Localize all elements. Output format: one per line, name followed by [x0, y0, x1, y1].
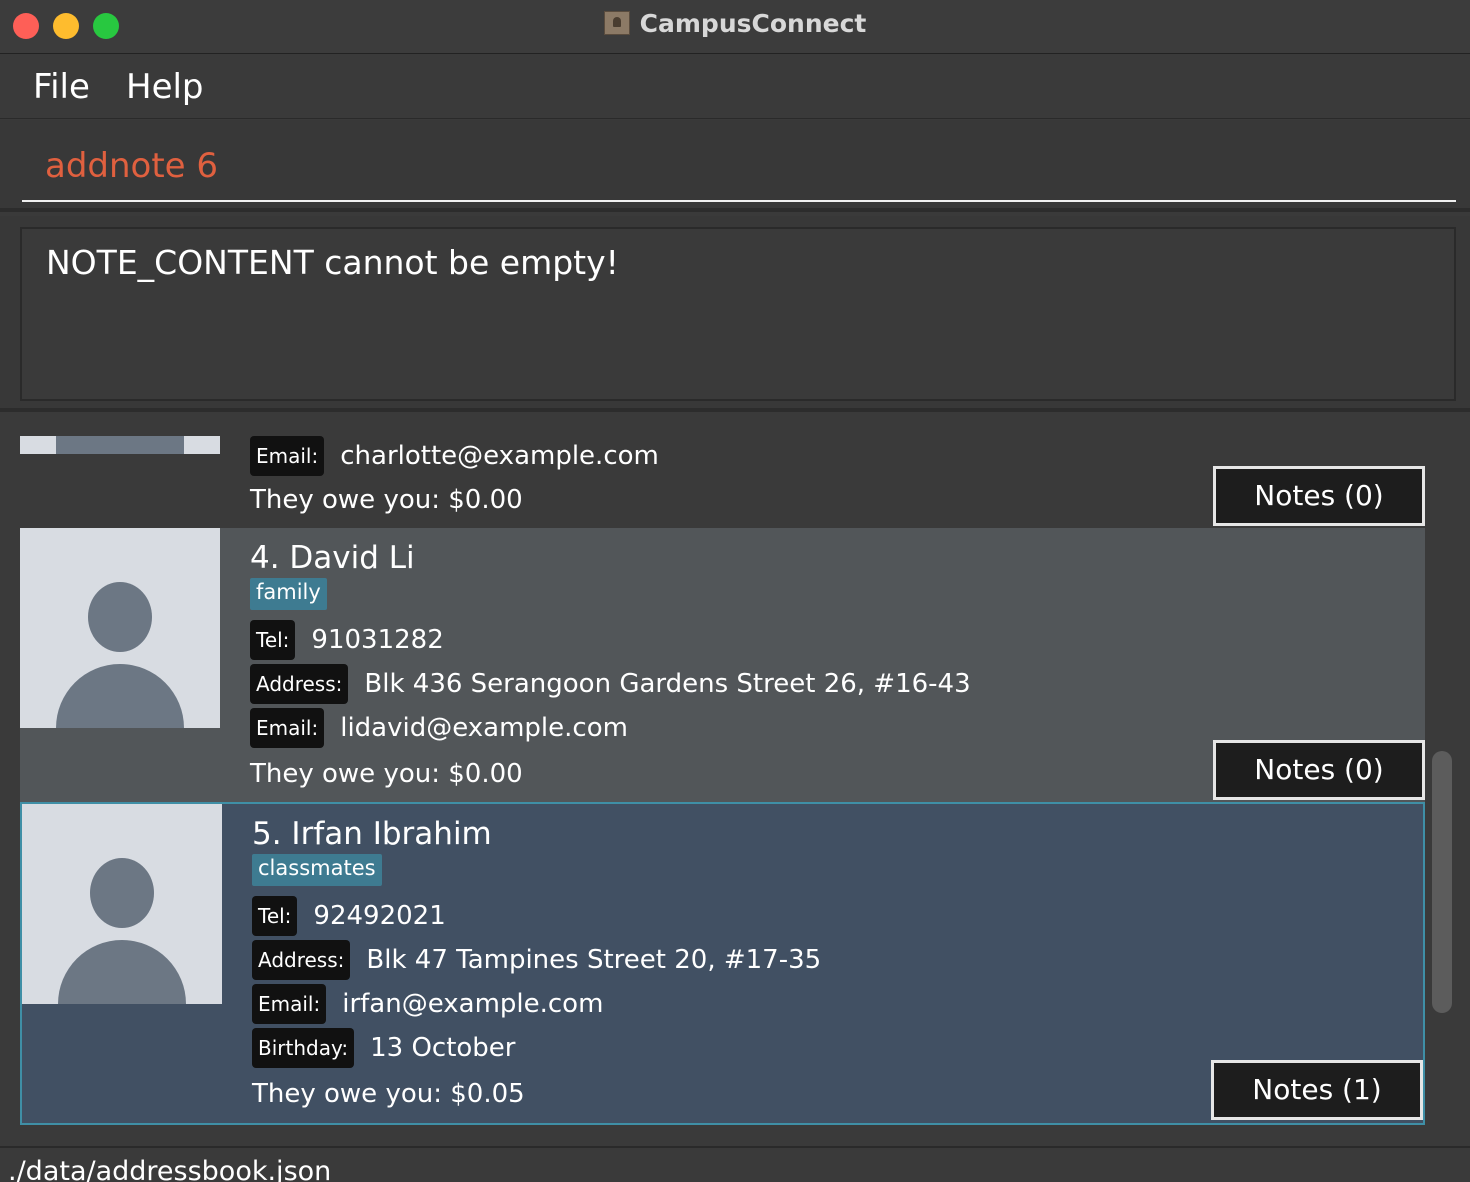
address-field: Address: Blk 47 Tampines Street 20, #17-… — [252, 940, 821, 980]
list-scrollbar[interactable] — [1432, 751, 1452, 1013]
email-label: Email: — [250, 708, 325, 748]
command-box: addnote 6 — [0, 120, 1470, 212]
window-title-text: CampusConnect — [639, 9, 867, 38]
owe-amount: They owe you: $0.00 — [250, 485, 523, 515]
notes-button[interactable]: Notes (1) — [1211, 1060, 1423, 1120]
tel-label: Tel: — [252, 896, 298, 936]
email-field: Email: charlotte@example.com — [250, 436, 659, 476]
email-value: lidavid@example.com — [340, 713, 628, 743]
command-input[interactable]: addnote 6 — [22, 138, 1456, 202]
menu-bar: File Help — [0, 55, 1470, 119]
tel-value: 92492021 — [313, 901, 446, 931]
avatar — [22, 804, 222, 1004]
address-label: Address: — [250, 664, 349, 704]
person-name: 5. Irfan Ibrahim — [252, 816, 492, 852]
tel-label: Tel: — [250, 620, 296, 660]
tag-badge: classmates — [252, 854, 382, 886]
email-value: irfan@example.com — [342, 989, 604, 1019]
birthday-value: 13 October — [370, 1033, 516, 1063]
email-value: charlotte@example.com — [340, 441, 659, 471]
person-name: 4. David Li — [250, 540, 415, 576]
menu-file[interactable]: File — [33, 67, 90, 107]
person-list[interactable]: Email: charlotte@example.com They owe yo… — [0, 416, 1470, 1146]
window-titlebar: CampusConnect — [0, 0, 1470, 54]
person-card-selected[interactable]: 5. Irfan Ibrahim classmates Tel: 9249202… — [20, 802, 1425, 1125]
status-bar: ./data/addressbook.json — [0, 1146, 1470, 1182]
address-field: Address: Blk 436 Serangoon Gardens Stree… — [250, 664, 971, 704]
person-card[interactable]: Email: charlotte@example.com They owe yo… — [20, 436, 1425, 528]
menu-help[interactable]: Help — [126, 67, 204, 107]
notes-button[interactable]: Notes (0) — [1213, 740, 1425, 800]
address-label: Address: — [252, 940, 351, 980]
avatar — [20, 436, 220, 454]
result-display: NOTE_CONTENT cannot be empty! — [20, 227, 1456, 401]
email-label: Email: — [250, 436, 325, 476]
address-value: Blk 47 Tampines Street 20, #17-35 — [366, 945, 822, 975]
save-file-path: ./data/addressbook.json — [8, 1156, 332, 1182]
tel-field: Tel: 92492021 — [252, 896, 446, 936]
result-panel: NOTE_CONTENT cannot be empty! — [0, 216, 1470, 412]
tel-value: 91031282 — [311, 625, 444, 655]
address-value: Blk 436 Serangoon Gardens Street 26, #16… — [364, 669, 971, 699]
person-card[interactable]: 4. David Li family Tel: 91031282 Address… — [20, 528, 1425, 802]
birthday-field: Birthday: 13 October — [252, 1028, 516, 1068]
avatar — [20, 528, 220, 728]
tag-badge: family — [250, 578, 327, 610]
contacts-app-icon — [603, 11, 630, 35]
birthday-label: Birthday: — [252, 1028, 355, 1068]
tel-field: Tel: 91031282 — [250, 620, 444, 660]
notes-button[interactable]: Notes (0) — [1213, 466, 1425, 526]
owe-amount: They owe you: $0.05 — [252, 1079, 525, 1109]
owe-amount: They owe you: $0.00 — [250, 759, 523, 789]
email-field: Email: lidavid@example.com — [250, 708, 628, 748]
email-label: Email: — [252, 984, 327, 1024]
email-field: Email: irfan@example.com — [252, 984, 603, 1024]
window-title: CampusConnect — [0, 9, 1470, 38]
